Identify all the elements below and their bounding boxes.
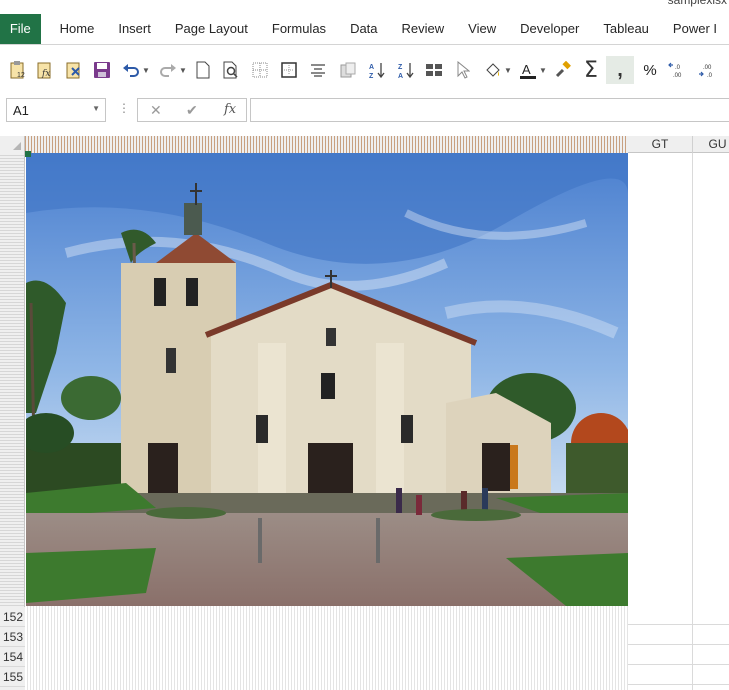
formula-input[interactable] [250,98,729,122]
cells-gt-gu[interactable] [628,153,729,690]
svg-text:Z: Z [398,64,403,71]
tab-tableau[interactable]: Tableau [591,14,661,44]
tab-file[interactable]: File [0,14,41,44]
row-divider [628,624,729,625]
comma-glyph: , [617,59,623,81]
svg-text:.0: .0 [675,65,681,71]
function-icon[interactable]: fx [33,56,57,84]
row-divider [628,644,729,645]
ribbon-tabs: File Home Insert Page Layout Formulas Da… [0,14,729,44]
row-number-154[interactable]: 154 [0,647,25,667]
increase-decimal-icon[interactable]: .0.00 [666,56,692,84]
svg-text:.00: .00 [673,73,682,79]
paste-special-icon[interactable] [337,56,359,84]
tab-data[interactable]: Data [338,14,389,44]
enter-icon[interactable]: ✔ [186,102,198,119]
outside-border-icon[interactable] [279,56,299,84]
column-header-gu[interactable]: GU [693,136,729,153]
svg-text:A: A [522,62,531,77]
tab-power[interactable]: Power I [661,14,729,44]
align-center-icon[interactable] [308,56,328,84]
active-cell-handle[interactable] [25,151,31,157]
window-title: samplexlsx [667,0,727,7]
svg-text:fx: fx [41,69,50,79]
formula-buttons: ✕ ✔ fx [137,98,247,122]
column-header: GT GU [0,136,729,153]
chevron-down-icon[interactable]: ▼ [92,104,100,113]
tab-formulas[interactable]: Formulas [260,14,338,44]
redo-icon[interactable]: ▼ [157,56,189,84]
tab-review[interactable]: Review [390,14,457,44]
embedded-picture[interactable] [26,153,628,606]
clipboard-number-icon[interactable]: 12 [6,56,30,84]
name-box-value: A1 [13,103,29,118]
borders-icon[interactable] [250,56,270,84]
tab-developer[interactable]: Developer [508,14,591,44]
worksheet-grid: GT GU 152 153 154 155 [0,136,729,690]
new-page-icon[interactable] [193,56,213,84]
insert-function-icon[interactable]: fx [224,102,236,117]
church-photo [26,153,628,606]
svg-text:A: A [369,64,374,71]
quick-toolbar: 12 fx ▼ ▼ AZ ZA ▼ A ▼ Σ , % .0 .00 .00 .… [0,52,729,88]
font-color-icon[interactable]: A ▼ [517,56,549,84]
ribbon-divider [0,44,729,45]
format-painter-icon[interactable] [552,56,574,84]
compressed-column-headers[interactable] [25,136,628,153]
sort-ascending-icon[interactable]: AZ [366,56,388,84]
cancel-icon[interactable]: ✕ [150,102,162,119]
row-number-153[interactable]: 153 [0,627,25,647]
tab-view[interactable]: View [456,14,508,44]
svg-text:.0: .0 [707,73,713,79]
merge-cells-icon[interactable] [423,56,445,84]
save-icon[interactable] [90,56,114,84]
svg-text:Z: Z [369,73,374,79]
name-box[interactable]: A1 ▼ [6,98,106,122]
tab-insert[interactable]: Insert [106,14,163,44]
svg-text:A: A [398,73,403,79]
print-preview-icon[interactable] [220,56,242,84]
fill-color-icon[interactable]: ▼ [482,56,514,84]
row-divider [628,684,729,685]
sort-descending-icon[interactable]: ZA [395,56,417,84]
autosum-icon[interactable]: Σ [578,56,604,84]
sigma-glyph: Σ [584,57,598,83]
row-number-155[interactable]: 155 [0,667,25,687]
percent-icon[interactable]: % [638,56,662,84]
select-all-button[interactable] [0,136,25,153]
formula-bar-splitter[interactable]: ⋮ [118,101,130,115]
percent-glyph: % [643,61,657,79]
undo-icon[interactable]: ▼ [120,56,152,84]
row-number-area: 152 153 154 155 [0,607,25,690]
svg-text:12: 12 [17,72,25,79]
select-pointer-icon[interactable] [453,56,473,84]
column-divider [692,153,693,690]
svg-text:.00: .00 [703,65,712,71]
row-number-152[interactable]: 152 [0,607,25,627]
column-header-gt[interactable]: GT [628,136,693,153]
decrease-decimal-icon[interactable]: .00.0 [696,56,722,84]
tab-home[interactable]: Home [48,14,107,44]
copy-format-icon[interactable] [62,56,86,84]
tab-page-layout[interactable]: Page Layout [163,14,260,44]
formula-bar: A1 ▼ ⋮ ✕ ✔ fx [0,96,729,128]
row-divider [628,664,729,665]
comma-style-icon[interactable]: , [606,56,634,84]
